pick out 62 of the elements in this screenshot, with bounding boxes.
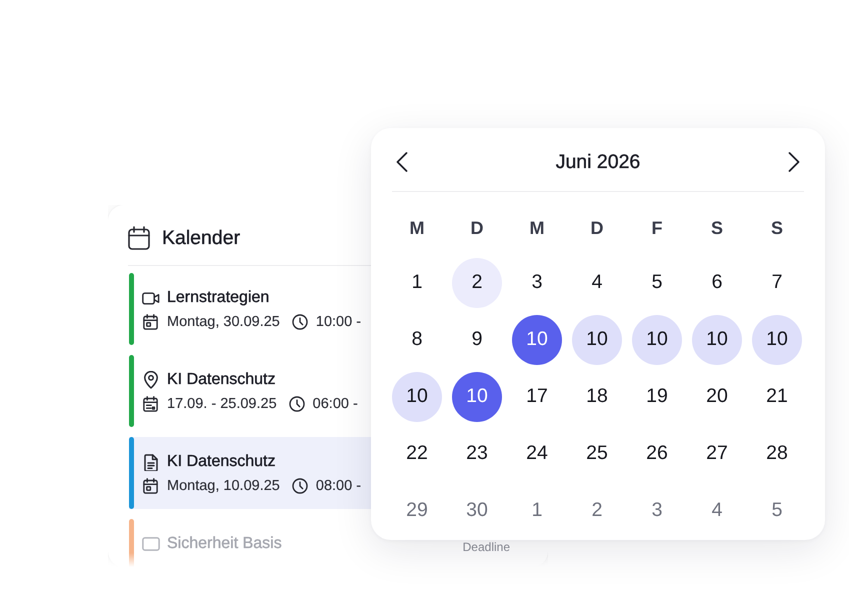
chevron-left-icon: [396, 152, 408, 172]
event-date: Montag, 30.09.25: [167, 314, 280, 330]
calendar-day[interactable]: 25: [572, 428, 622, 478]
calendar-day[interactable]: 8: [392, 314, 442, 364]
calendar-day[interactable]: 2: [452, 258, 502, 308]
calendar-day[interactable]: 7: [752, 258, 802, 308]
weekday-label: F: [652, 218, 662, 238]
event-time: 10:00 -: [316, 314, 362, 330]
calendar-day[interactable]: 4: [692, 486, 742, 536]
calendar-day[interactable]: 20: [692, 372, 742, 422]
weekday-label: M: [410, 218, 424, 238]
event-title: KI Datenschutz: [167, 371, 276, 389]
calendar-day[interactable]: 10: [512, 314, 562, 364]
clock-icon: [292, 478, 308, 494]
weekday-label: S: [710, 218, 723, 238]
video-camera-icon: [142, 292, 160, 304]
event-tag: Deadline: [462, 540, 510, 554]
calendar-day[interactable]: 10: [452, 372, 502, 422]
event-time: 08:00 -: [316, 478, 362, 494]
calendar-day[interactable]: 1: [392, 258, 442, 308]
event-title: Lernstrategien: [167, 289, 270, 307]
calendar-day[interactable]: 10: [572, 314, 622, 364]
calendar-day-icon: [143, 478, 158, 494]
calendar-day[interactable]: 2: [572, 486, 622, 536]
event-date: Montag, 10.09.25: [167, 478, 280, 494]
calendar-icon: [128, 226, 150, 250]
weekday-label: D: [470, 218, 484, 238]
clock-icon: [288, 396, 305, 412]
event-title: Sicherheit Basis: [167, 535, 282, 553]
calendar-day[interactable]: 10: [752, 314, 802, 364]
calendar-day[interactable]: 10: [392, 372, 442, 422]
calendar-day[interactable]: 10: [632, 314, 682, 364]
map-pin-icon: [143, 371, 159, 389]
calendar-day[interactable]: 4: [572, 258, 622, 308]
panel-title: Kalender: [162, 226, 240, 250]
weekday-label: D: [590, 218, 604, 238]
calendar-day[interactable]: 28: [752, 428, 802, 478]
event-time: 06:00 -: [312, 396, 358, 412]
calendar-lines-icon: [143, 396, 158, 412]
chevron-right-icon: [788, 152, 800, 172]
calendar-day[interactable]: 17: [512, 372, 562, 422]
weekday-label: S: [770, 218, 783, 238]
event-title: KI Datenschutz: [167, 453, 276, 471]
calendar-day[interactable]: 27: [692, 428, 742, 478]
calendar-day-icon: [143, 314, 158, 330]
event-date: 17.09. - 25.09.25: [167, 396, 277, 412]
calendar-day[interactable]: 26: [632, 428, 682, 478]
calendar-day[interactable]: 5: [752, 486, 802, 536]
calendar-day[interactable]: 9: [452, 314, 502, 364]
weekday-label: M: [530, 218, 544, 238]
document-icon: [144, 454, 158, 470]
month-title: Juni 2026: [556, 150, 640, 174]
clock-icon: [292, 314, 308, 330]
calendar-day[interactable]: 10: [692, 314, 742, 364]
calendar-day[interactable]: 5: [632, 258, 682, 308]
calendar-day[interactable]: 6: [692, 258, 742, 308]
calendar-day[interactable]: 19: [632, 372, 682, 422]
calendar-day[interactable]: 3: [632, 486, 682, 536]
calendar-day[interactable]: 21: [752, 372, 802, 422]
rectangle-icon: [142, 537, 160, 551]
calendar-day[interactable]: 18: [572, 372, 622, 422]
calendar-day[interactable]: 3: [512, 258, 562, 308]
